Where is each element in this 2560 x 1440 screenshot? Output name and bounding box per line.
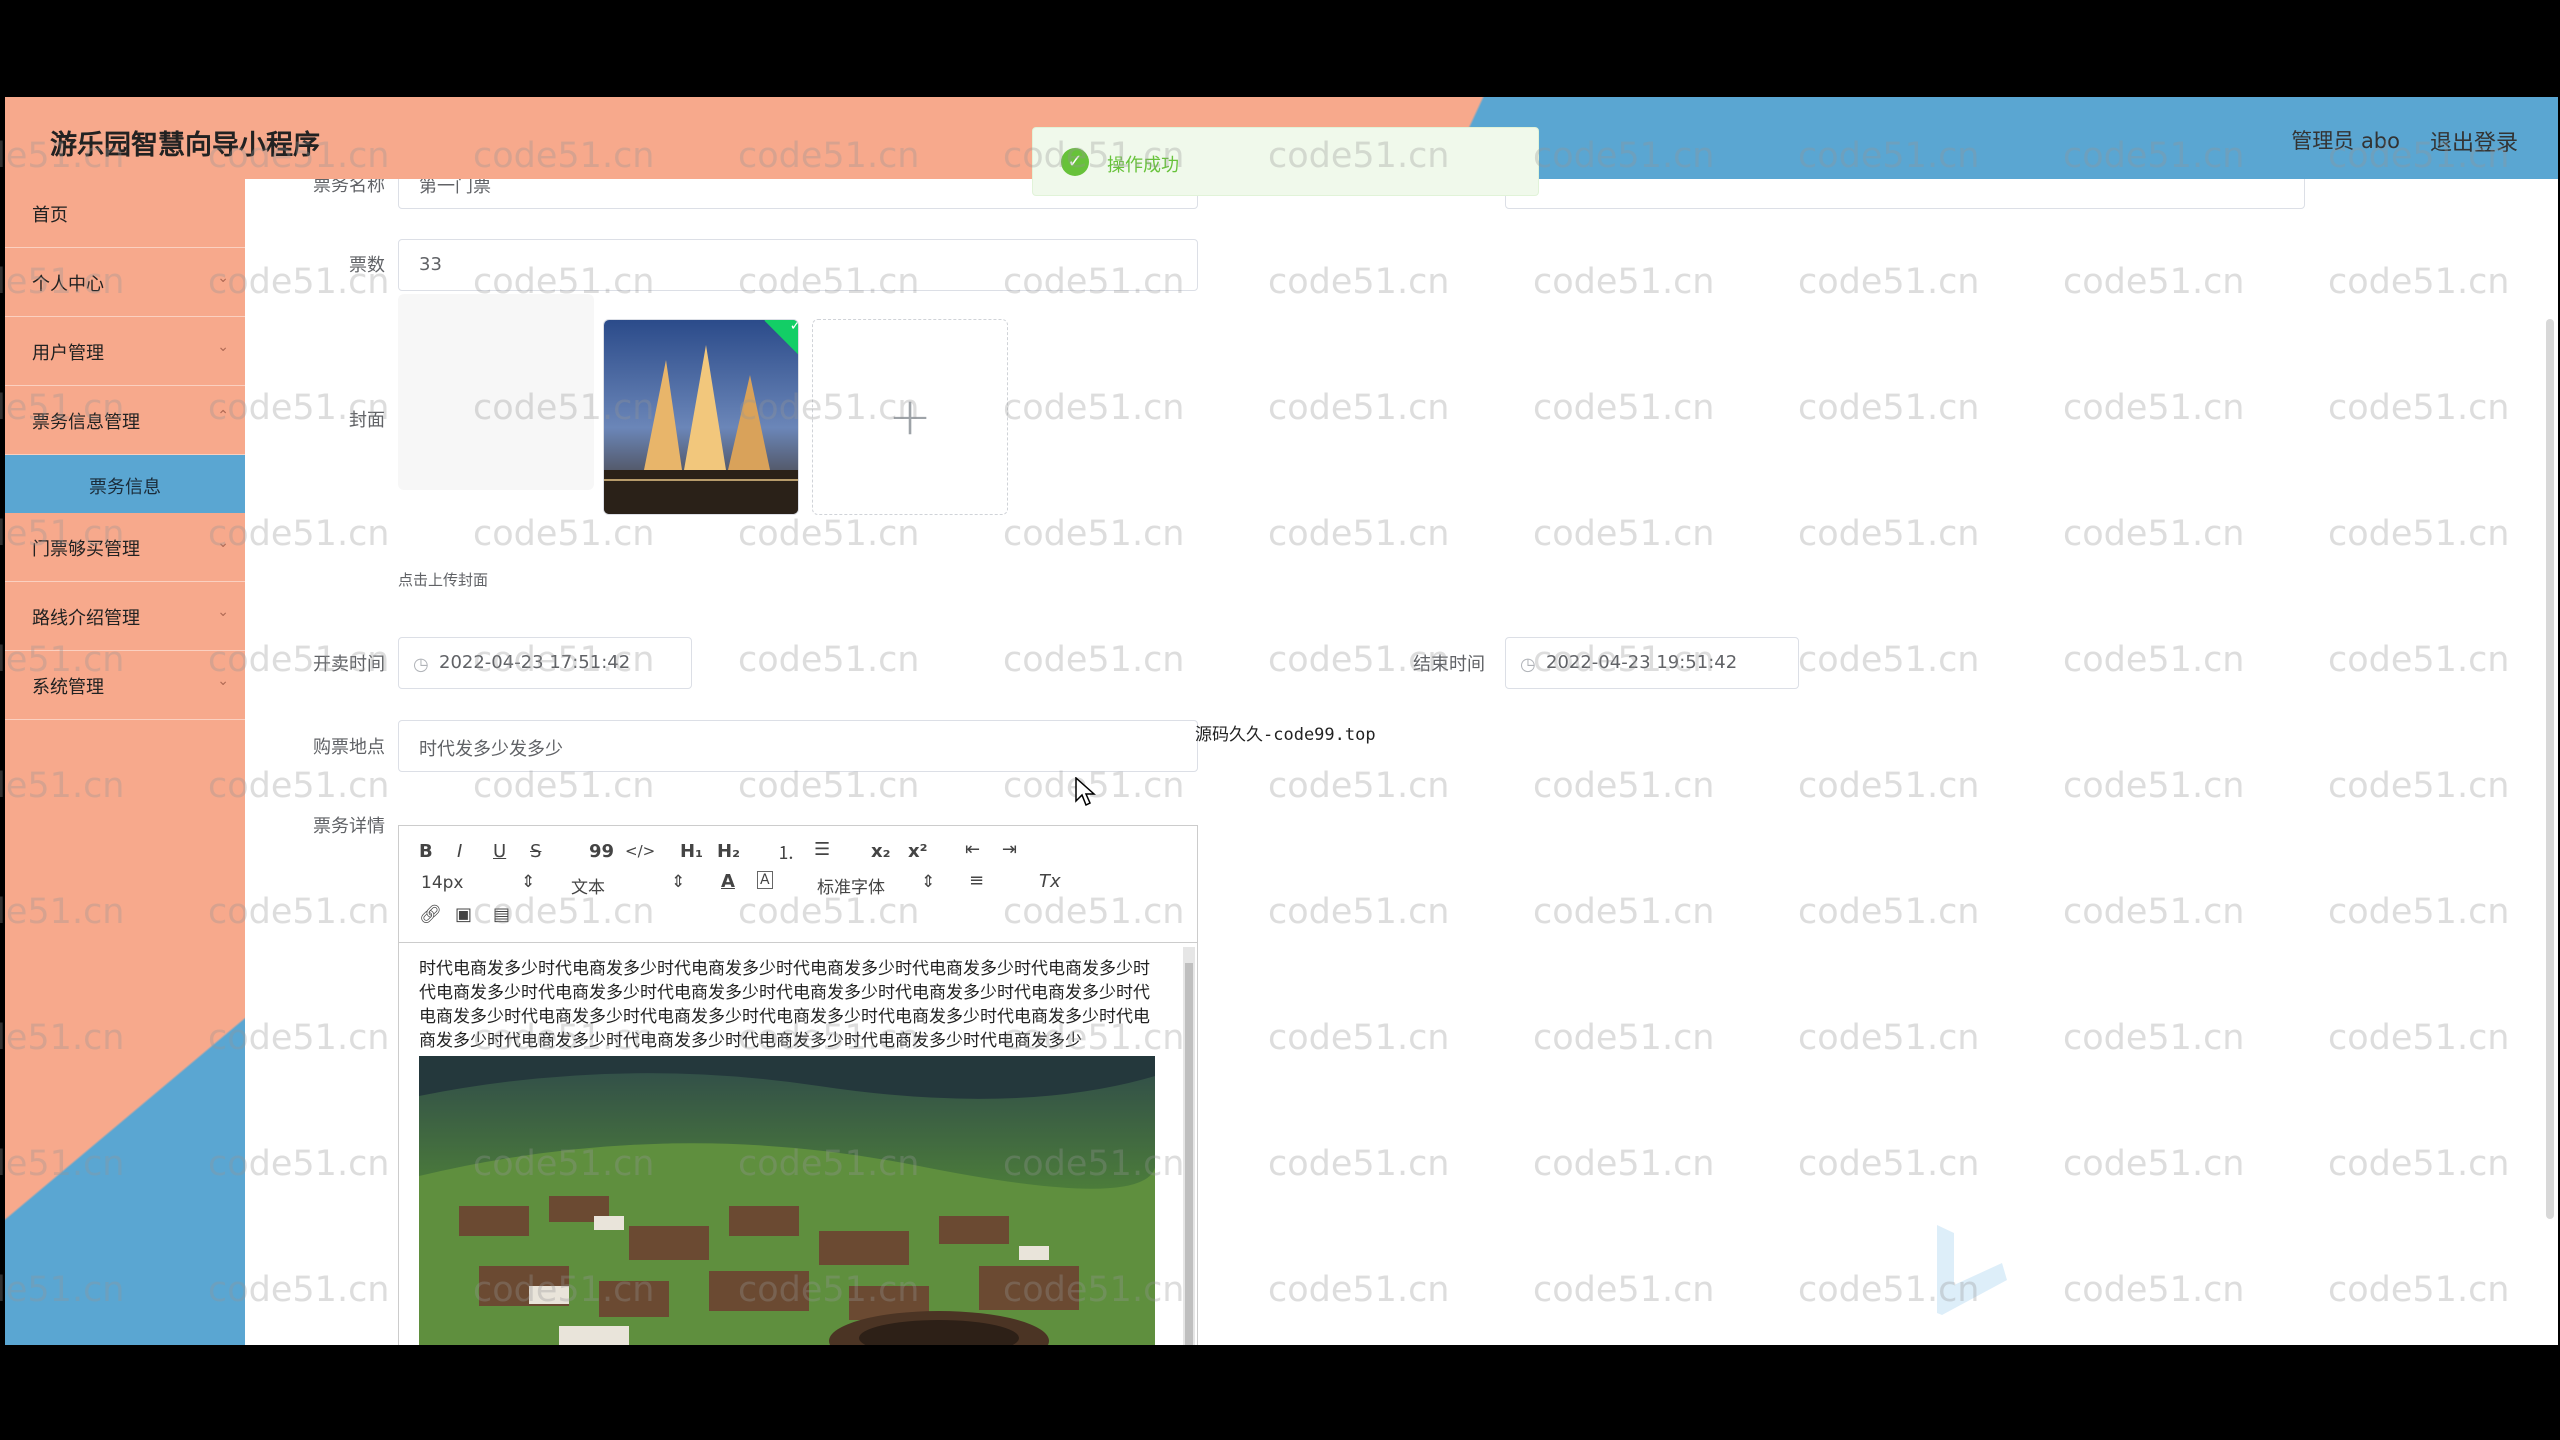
sidebar-item-ticket-purchase[interactable]: 门票够买管理 ⌄ [5,513,245,582]
sidebar-item-label: 用户管理 [32,343,104,364]
background-color-icon[interactable]: A [757,871,773,889]
logout-button[interactable]: 退出登录 [2430,125,2518,157]
form-area: 票务名称 第一门票 票数 33 封面 ✓ + 点击上传封面 开卖时间 ◷ 202… [245,179,2540,1345]
sidebar-item-label: 门票够买管理 [32,539,140,560]
chevron-updown-icon: ⇕ [521,872,536,892]
font-family-select[interactable]: 标准字体 [817,873,885,898]
chevron-down-icon: ⌄ [217,339,229,355]
sidebar: 首页 个人中心 ⌄ 用户管理 ⌄ 票务信息管理 ⌃ 票务信息 门票够买管理 ⌄ … [5,179,245,1345]
editor-scrollbar-thumb[interactable] [1185,963,1193,1345]
outdent-icon[interactable]: ⇤ [965,839,980,860]
image-icon[interactable]: ▣ [455,904,472,925]
subscript-button[interactable]: x₂ [871,841,891,862]
clock-icon: ◷ [413,654,429,675]
sidebar-item-label: 首页 [32,205,68,226]
main-content: 票务名称 第一门票 票数 33 封面 ✓ + 点击上传封面 开卖时间 ◷ 202… [245,179,2558,1345]
clear-format-button[interactable]: Tx [1039,871,1061,892]
detail-label: 票务详情 [313,816,385,837]
secondary-field-input[interactable] [1505,179,2305,209]
chevron-down-icon: ⌄ [217,535,229,551]
sidebar-item-profile[interactable]: 个人中心 ⌄ [5,248,245,317]
cover-image-thumbnail[interactable]: ✓ [603,319,799,515]
code-block-button[interactable]: </> [625,842,655,860]
editor-scrollbar[interactable] [1183,947,1195,1345]
video-play-logo-icon [1937,1225,2007,1315]
superscript-button[interactable]: x² [908,841,928,862]
end-time-picker[interactable]: ◷ 2022-04-23 19:51:42 [1505,637,1799,689]
font-size-select[interactable]: 14px [421,873,463,893]
chevron-updown-icon: ⇕ [921,872,936,892]
link-icon[interactable]: 🔗︎ [419,904,442,925]
ticket-count-input[interactable]: 33 [398,239,1198,291]
sidebar-item-label: 路线介绍管理 [32,608,140,629]
start-time-picker[interactable]: ◷ 2022-04-23 17:51:42 [398,637,692,689]
village-photo [419,1056,1156,1345]
rich-text-editor[interactable]: B I U S 99 </> H₁ H₂ ⒈ ☰ x₂ x² ⇤ ⇥ 14px … [398,825,1198,1345]
sidebar-item-label: 个人中心 [32,274,104,295]
location-input[interactable]: 时代发多少发多少 [398,720,1198,772]
block-type-select[interactable]: 文本 [571,873,605,898]
editor-toolbar: B I U S 99 </> H₁ H₂ ⒈ ☰ x₂ x² ⇤ ⇥ 14px … [399,826,1197,943]
indent-icon[interactable]: ⇥ [1002,839,1017,860]
bullet-list-icon[interactable]: ☰ [814,839,830,860]
current-user-label: 管理员 abo [2291,129,2400,153]
success-toast: ✓ 操作成功 [1032,127,1539,196]
page-scrollbar[interactable] [2546,319,2554,1219]
upload-cover-tip: 点击上传封面 [398,571,489,589]
strike-button[interactable]: S [530,841,541,862]
sidebar-item-system[interactable]: 系统管理 ⌄ [5,651,245,720]
font-color-icon[interactable]: A [721,871,735,892]
chevron-down-icon: ⌄ [217,270,229,286]
bold-button[interactable]: B [419,841,433,862]
cover-image-placeholder [398,294,594,490]
editor-text: 时代电商发多少时代电商发多少时代电商发多少时代电商发多少时代电商发多少时代电商发… [419,959,1150,1051]
source-note: 源码久久-code99.top [1195,725,1376,745]
heading1-button[interactable]: H₁ [680,841,703,862]
blockquote-button[interactable]: 99 [589,841,614,862]
sidebar-item-label: 票务信息管理 [32,412,140,433]
italic-button[interactable]: I [457,841,462,862]
chevron-down-icon: ⌄ [217,604,229,620]
app-title: 游乐园智慧向导小程序 [50,130,320,161]
plus-icon: + [888,387,932,447]
check-icon: ✓ [789,319,799,335]
cover-label: 封面 [349,410,385,431]
sidebar-item-home[interactable]: 首页 [5,179,245,248]
chevron-down-icon: ⌄ [217,673,229,689]
start-time-label: 开卖时间 [313,654,385,675]
ordered-list-icon[interactable]: ⒈ [777,839,795,865]
check-circle-icon: ✓ [1061,148,1089,176]
sidebar-subitem-label: 票务信息 [89,477,161,498]
align-icon[interactable]: ≡ [969,870,984,891]
toast-message: 操作成功 [1107,155,1179,176]
location-label: 购票地点 [313,737,385,758]
chevron-updown-icon: ⇕ [671,872,686,892]
sidebar-item-routes[interactable]: 路线介绍管理 ⌄ [5,582,245,651]
sailboat-building-image [604,320,798,514]
ticket-count-label: 票数 [349,255,385,276]
sidebar-item-users[interactable]: 用户管理 ⌄ [5,317,245,386]
ticket-name-label: 票务名称 [313,179,385,196]
underline-button[interactable]: U [493,841,506,862]
sidebar-item-ticket-info-mgmt[interactable]: 票务信息管理 ⌃ [5,386,245,455]
chevron-up-icon: ⌃ [217,408,229,424]
sidebar-subitem-ticket-info[interactable]: 票务信息 [5,455,245,513]
end-time-label: 结束时间 [1413,654,1485,675]
video-icon[interactable]: ▤ [493,904,510,925]
upload-cover-button[interactable]: + [812,319,1008,515]
editor-content[interactable]: 时代电商发多少时代电商发多少时代电商发多少时代电商发多少时代电商发多少时代电商发… [399,943,1197,1345]
mouse-cursor-icon [1075,777,1096,807]
heading2-button[interactable]: H₂ [717,841,740,862]
clock-icon: ◷ [1520,654,1536,675]
sidebar-item-label: 系统管理 [32,677,104,698]
